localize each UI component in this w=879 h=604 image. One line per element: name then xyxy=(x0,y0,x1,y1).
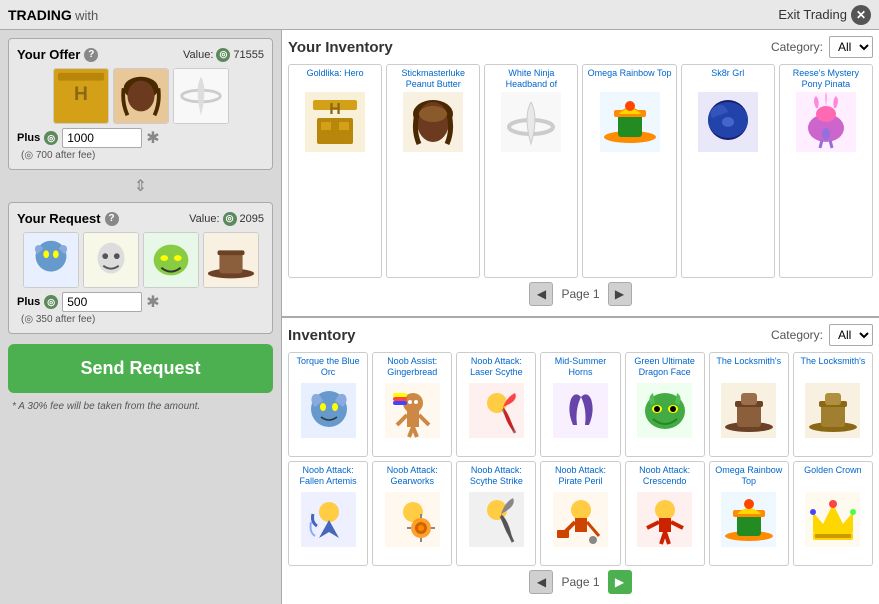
disclaimer-text: * A 30% fee will be taken from the amoun… xyxy=(8,399,273,414)
arrow-divider: ⇕ xyxy=(8,176,273,196)
request-header: Your Request ? Value: ◎ 2095 xyxy=(17,211,264,226)
your-inv-item-3-img xyxy=(501,92,561,152)
offer-items-row: H xyxy=(17,68,264,124)
their-inv-item-4[interactable]: Mid-Summer Horns xyxy=(540,352,620,457)
main-layout: Your Offer ? Value: ◎ 71555 H xyxy=(0,30,879,604)
request-item-2[interactable] xyxy=(83,232,139,288)
their-inventory-section: Inventory Category: All Torque the Blue … xyxy=(282,318,879,604)
your-inventory-category-row: Category: All xyxy=(771,36,873,58)
their-inventory-grid: Torque the Blue Orc xyxy=(288,352,873,566)
offer-value: Value: ◎ 71555 xyxy=(183,48,264,62)
request-plus-row: Plus ◎ ✱ xyxy=(17,292,264,312)
your-inv-item-4-img xyxy=(600,92,660,152)
their-inv-prev-button[interactable]: ◀ xyxy=(529,570,553,594)
robux-icon-request-plus: ◎ xyxy=(44,295,58,309)
their-inventory-category-row: Category: All xyxy=(771,324,873,346)
your-inv-item-4[interactable]: Omega Rainbow Top xyxy=(582,64,676,278)
your-inv-next-button[interactable]: ▶ xyxy=(608,282,632,306)
exit-icon: ✕ xyxy=(851,5,871,25)
their-inv-item-8[interactable]: Noob Attack: Fallen Artemis xyxy=(288,461,368,566)
their-inv-item-1[interactable]: Torque the Blue Orc xyxy=(288,352,368,457)
your-inv-item-3[interactable]: White Ninja Headband of xyxy=(484,64,578,278)
offer-plus-input[interactable] xyxy=(62,128,142,148)
your-inventory-grid: Goldlika: Hero H Stickmast xyxy=(288,64,873,278)
request-star-button[interactable]: ✱ xyxy=(146,292,159,312)
your-inv-item-6-img xyxy=(796,92,856,152)
offer-title: Your Offer ? xyxy=(17,47,98,62)
your-offer-section: Your Offer ? Value: ◎ 71555 H xyxy=(8,38,273,170)
your-inv-item-1[interactable]: Goldlika: Hero H xyxy=(288,64,382,278)
request-help-icon[interactable]: ? xyxy=(105,212,119,226)
your-inventory-title: Your Inventory xyxy=(288,39,393,56)
your-inv-item-2-img xyxy=(403,92,463,152)
their-inv-next-button[interactable]: ▶ xyxy=(608,570,632,594)
offer-item-3[interactable] xyxy=(173,68,229,124)
their-inv-item-3[interactable]: Noob Attack: Laser Scythe xyxy=(456,352,536,457)
their-inv-item-7[interactable]: The Locksmith's xyxy=(793,352,873,457)
their-inv-item-9[interactable]: Noob Attack: Gearworks xyxy=(372,461,452,566)
their-inventory-pagination: ◀ Page 1 ▶ xyxy=(288,566,873,598)
offer-header: Your Offer ? Value: ◎ 71555 xyxy=(17,47,264,62)
offer-plus-row: Plus ◎ ✱ xyxy=(17,128,264,148)
request-item-1[interactable] xyxy=(23,232,79,288)
request-item-3[interactable] xyxy=(143,232,199,288)
their-inv-item-14[interactable]: Golden Crown xyxy=(793,461,873,566)
your-inventory-header: Your Inventory Category: All xyxy=(288,36,873,58)
their-inventory-title: Inventory xyxy=(288,327,356,344)
offer-item-2[interactable] xyxy=(113,68,169,124)
their-inv-item-6[interactable]: The Locksmith's xyxy=(709,352,789,457)
your-inventory-category-select[interactable]: All xyxy=(829,36,873,58)
your-inv-item-4-name: Omega Rainbow Top xyxy=(588,68,672,92)
your-inv-item-6[interactable]: Reese's Mystery Pony Pinata xyxy=(779,64,873,278)
their-inv-item-13[interactable]: Omega Rainbow Top xyxy=(709,461,789,566)
their-inventory-header: Inventory Category: All xyxy=(288,324,873,346)
robux-icon-plus: ◎ xyxy=(44,131,58,145)
request-item-4[interactable] xyxy=(203,232,259,288)
offer-item-1[interactable]: H xyxy=(53,68,109,124)
your-inv-item-3-name: White Ninja Headband of xyxy=(488,68,574,92)
top-bar: TRADING with Exit Trading ✕ xyxy=(0,0,879,30)
their-inv-item-11[interactable]: Noob Attack: Pirate Peril xyxy=(540,461,620,566)
request-value: Value: ◎ 2095 xyxy=(189,212,264,226)
your-inv-item-5-img xyxy=(698,92,758,152)
your-inv-item-6-name: Reese's Mystery Pony Pinata xyxy=(783,68,869,92)
exit-trading-button[interactable]: Exit Trading ✕ xyxy=(778,5,871,25)
their-inv-item-2[interactable]: Noob Assist: Gingerbread xyxy=(372,352,452,457)
their-inv-item-5[interactable]: Green Ultimate Dragon Face xyxy=(625,352,705,457)
request-fee-text: (◎ 350 after fee) xyxy=(17,314,264,325)
offer-star-button[interactable]: ✱ xyxy=(146,128,159,148)
your-inv-item-1-img: H xyxy=(305,92,365,152)
robux-icon-request: ◎ xyxy=(223,212,237,226)
their-inv-item-12[interactable]: Noob Attack: Crescendo xyxy=(625,461,705,566)
your-inventory-section: Your Inventory Category: All Goldlika: H… xyxy=(282,30,879,318)
request-plus-input[interactable] xyxy=(62,292,142,312)
your-inv-item-2[interactable]: Stickmasterluke Peanut Butter xyxy=(386,64,480,278)
your-inv-item-1-name: Goldlika: Hero xyxy=(307,68,364,92)
robux-icon-offer: ◎ xyxy=(216,48,230,62)
svg-text:H: H xyxy=(74,84,88,105)
your-request-section: Your Request ? Value: ◎ 2095 xyxy=(8,202,273,334)
their-inventory-category-select[interactable]: All xyxy=(829,324,873,346)
your-inv-item-2-name: Stickmasterluke Peanut Butter xyxy=(390,68,476,92)
offer-fee-text: (◎ 700 after fee) xyxy=(17,150,264,161)
right-panel: Your Inventory Category: All Goldlika: H… xyxy=(282,30,879,604)
your-inv-prev-button[interactable]: ◀ xyxy=(529,282,553,306)
left-panel: Your Offer ? Value: ◎ 71555 H xyxy=(0,30,282,604)
your-inventory-pagination: ◀ Page 1 ▶ xyxy=(288,278,873,310)
send-request-button[interactable]: Send Request xyxy=(8,344,273,393)
offer-help-icon[interactable]: ? xyxy=(84,48,98,62)
your-inv-item-5-name: Sk8r Grl xyxy=(711,68,744,92)
svg-text:H: H xyxy=(329,101,341,118)
request-items-row xyxy=(17,232,264,288)
their-inv-item-10[interactable]: Noob Attack: Scythe Strike xyxy=(456,461,536,566)
trading-title: TRADING with xyxy=(8,7,98,23)
your-inv-item-5[interactable]: Sk8r Grl xyxy=(681,64,775,278)
request-title: Your Request ? xyxy=(17,211,119,226)
